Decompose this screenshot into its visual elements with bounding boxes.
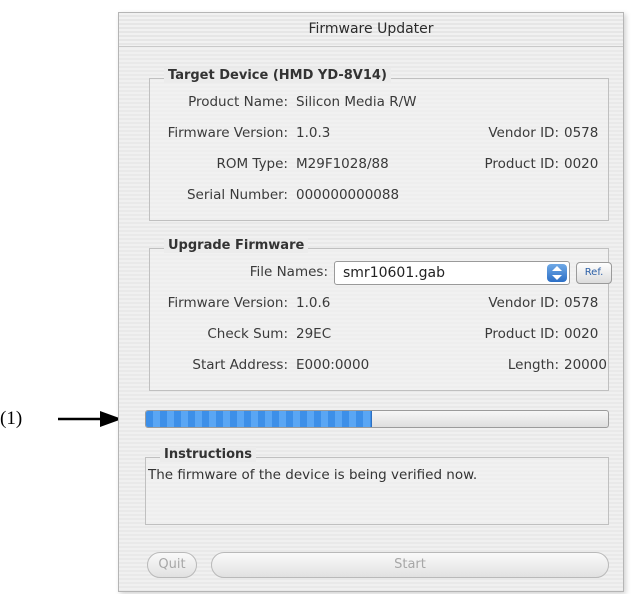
upgrade-firmware-version-value: 1.0.6: [296, 295, 331, 311]
upgrade-firmware-group: Upgrade Firmware File Names: smr10601.ga…: [149, 238, 612, 391]
start-button[interactable]: Start: [211, 552, 609, 578]
file-names-label: File Names:: [249, 264, 328, 280]
updown-arrows-icon[interactable]: [547, 264, 567, 282]
title-bar[interactable]: Firmware Updater: [119, 13, 623, 47]
check-sum-value: 29EC: [296, 326, 332, 342]
quit-button[interactable]: Quit: [147, 552, 197, 578]
serial-number-row: Serial Number: 000000000088: [150, 187, 610, 209]
rom-type-row: ROM Type: M29F1028/88 Product ID: 0020: [150, 156, 610, 178]
length-label: Length:: [507, 357, 559, 373]
start-address-label: Start Address:: [192, 357, 288, 373]
product-name-row: Product Name: Silicon Media R/W: [150, 94, 610, 116]
upgrade-product-id-value: 0020: [564, 326, 599, 342]
upgrade-firmware-version-label: Firmware Version:: [167, 295, 288, 311]
upgrade-product-id-label: Product ID:: [484, 326, 559, 342]
rom-type-value: M29F1028/88: [296, 156, 389, 172]
upgrade-firmware-version-row: Firmware Version: 1.0.6 Vendor ID: 0578: [150, 295, 610, 317]
start-address-row: Start Address: E000:0000 Length: 20000: [150, 357, 610, 379]
vendor-id-value: 0578: [564, 125, 599, 141]
product-name-label: Product Name:: [188, 94, 288, 110]
upgrade-vendor-id-value: 0578: [564, 295, 599, 311]
progress-fill: [146, 411, 373, 427]
product-name-value: Silicon Media R/W: [296, 94, 417, 110]
ref-button[interactable]: Ref.: [576, 262, 612, 284]
arrow-right-icon: [58, 411, 122, 427]
upgrade-vendor-id-label: Vendor ID:: [488, 295, 559, 311]
firmware-version-label: Firmware Version:: [167, 125, 288, 141]
firmware-version-row: Firmware Version: 1.0.3 Vendor ID: 0578: [150, 125, 610, 147]
file-names-value: smr10601.gab: [343, 265, 446, 281]
instructions-text: The firmware of the device is being veri…: [148, 467, 478, 483]
rom-type-label: ROM Type:: [216, 156, 288, 172]
instructions-title: Instructions: [160, 447, 257, 462]
check-sum-label: Check Sum:: [207, 326, 288, 342]
target-device-group: Target Device (HMD YD-8V14) Product Name…: [149, 68, 610, 221]
length-value: 20000: [564, 357, 607, 373]
serial-number-label: Serial Number:: [186, 187, 288, 203]
file-names-row: File Names: smr10601.gab Ref.: [150, 261, 612, 286]
product-id-label: Product ID:: [484, 156, 559, 172]
firmware-version-value: 1.0.3: [296, 125, 331, 141]
progress-bar: [145, 410, 609, 428]
upgrade-firmware-title: Upgrade Firmware: [164, 238, 309, 253]
vendor-id-label: Vendor ID:: [488, 125, 559, 141]
start-address-value: E000:0000: [296, 357, 370, 373]
file-names-select[interactable]: smr10601.gab: [334, 261, 570, 285]
serial-number-value: 000000000088: [296, 187, 400, 203]
instructions-group: Instructions The firmware of the device …: [145, 447, 609, 525]
product-id-value: 0020: [564, 156, 599, 172]
firmware-updater-window: Firmware Updater Target Device (HMD YD-8…: [118, 12, 624, 592]
window-content: Target Device (HMD YD-8V14) Product Name…: [119, 48, 623, 591]
target-device-title: Target Device (HMD YD-8V14): [164, 68, 391, 83]
window-title: Firmware Updater: [308, 21, 434, 37]
annotation-label: (1): [0, 408, 23, 429]
check-sum-row: Check Sum: 29EC Product ID: 0020: [150, 326, 610, 348]
